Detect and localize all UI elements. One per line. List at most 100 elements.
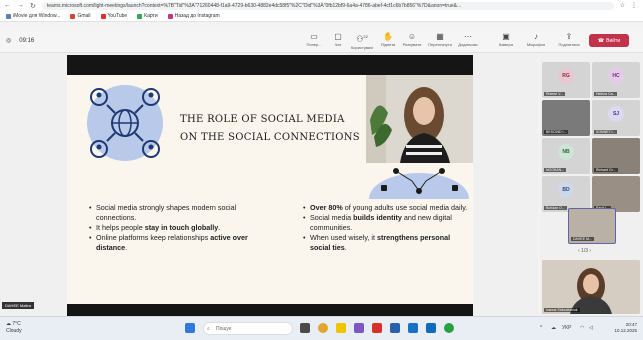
slide-title-line-1: THE ROLE OF SOCIAL MEDIA	[180, 114, 345, 125]
language-indicator[interactable]: УКР	[562, 325, 571, 331]
slide-top-bar	[67, 55, 473, 75]
bullet-item: Social media builds identity and new dig…	[303, 213, 471, 233]
star-icon[interactable]: ☆	[620, 2, 625, 9]
view-button[interactable]: ▦ Переглянути	[428, 32, 452, 47]
presenter-camera	[366, 75, 473, 163]
participant-name: SONNET I...	[594, 130, 618, 134]
back-icon: ▭	[310, 32, 318, 41]
reload-icon[interactable]: ↻	[30, 2, 36, 10]
wifi-icon[interactable]: ◠	[580, 325, 584, 331]
taskbar-search[interactable]: ⌕ Пошук	[203, 322, 293, 335]
bullet-item: It helps people stay in touch globally.	[89, 223, 269, 233]
presentation-slide: THE ROLE OF SOCIAL MEDIA ON THE SOCIAL C…	[67, 75, 473, 304]
participant-name: Richard Gr...	[594, 168, 618, 172]
bookmark-gmail[interactable]: Gmail	[70, 13, 91, 19]
chevron-right-icon[interactable]: ›	[588, 248, 591, 254]
slide-title-line-2: ON THE SOCIAL CONNECTIONS	[180, 132, 360, 143]
bookmark-maps[interactable]: Карти	[137, 13, 158, 19]
bookmark-youtube[interactable]: YouTube	[100, 13, 127, 19]
word-icon[interactable]	[390, 323, 400, 333]
phone-icon: ☎	[597, 37, 605, 44]
gallery-pager[interactable]: ‹ 1/3 ›	[578, 248, 591, 254]
more-icon: ⋯	[464, 32, 472, 41]
weather-widget[interactable]: ☁ 7°C Cloudy	[6, 321, 22, 335]
meeting-timer: 09:16	[19, 37, 35, 44]
camera-icon: ▣	[502, 32, 510, 41]
shield-icon: ◎	[6, 38, 12, 44]
smile-icon: ☺	[407, 32, 417, 41]
file-explorer-icon[interactable]	[336, 323, 346, 333]
browser-address-bar: ← → ↻ teams.microsoft.com/light-meetings…	[0, 0, 643, 11]
menu-dots-icon[interactable]: ⋮	[631, 2, 637, 9]
leave-button[interactable]: ☎ Вийти	[589, 34, 629, 47]
bullet-item: Online platforms keep relationships acti…	[89, 233, 269, 253]
hand-icon: ✋	[383, 32, 393, 41]
raise-hand-button[interactable]: ✋ Підняти	[376, 32, 400, 47]
participant-name: BESCIND I...	[544, 130, 569, 134]
participant-tile[interactable]: NB NGOKAN...	[542, 138, 590, 174]
participant-tile[interactable]: RG Rhieee V...	[542, 62, 590, 98]
bookmarks-bar: iMovie для Window... Gmail YouTube Карти…	[0, 11, 643, 22]
mic-icon: ♪	[534, 32, 538, 41]
participant-tile[interactable]: BD Bohdan O...	[542, 176, 590, 212]
mic-button[interactable]: ♪ Мікрофон	[524, 32, 548, 47]
share-button[interactable]: ⇪ Поділитися	[557, 32, 581, 47]
browser-nav: ← → ↻	[0, 2, 36, 10]
chat-button[interactable]: ▢ Чат	[326, 32, 350, 47]
people-icon: ⚇22	[356, 34, 368, 44]
participant-name: Helena Ca...	[594, 92, 618, 96]
back-button[interactable]: ▭ Попер...	[302, 32, 326, 47]
shared-content-stage: THE ROLE OF SOCIAL MEDIA ON THE SOCIAL C…	[0, 53, 538, 316]
featured-participant-tile[interactable]: Ivanna Slobodianiuk	[542, 260, 640, 314]
participant-tile[interactable]: HC Helena Ca...	[592, 62, 640, 98]
participant-tile[interactable]: Racit I...	[592, 176, 640, 212]
task-view-icon[interactable]	[300, 323, 310, 333]
url-field[interactable]: teams.microsoft.com/light-meetings/launc…	[41, 1, 614, 10]
participant-tile[interactable]: SJ SONNET I...	[592, 100, 640, 136]
avatar: BD	[558, 182, 574, 198]
avatar: HC	[608, 68, 624, 84]
windows-taskbar: ☁ 7°C Cloudy ⌕ Пошук ^ ☁ УКР ◠ ◁ 20:47 1…	[0, 316, 643, 340]
participant-name: NGOKAN...	[544, 168, 567, 172]
chrome-icon[interactable]	[318, 323, 328, 333]
teams-app-icon[interactable]	[354, 323, 364, 333]
avatar: SJ	[608, 106, 624, 122]
volume-icon[interactable]: ◁	[589, 325, 593, 331]
presenter-video	[366, 75, 473, 163]
start-icon[interactable]	[185, 323, 195, 333]
avatar: NB	[558, 144, 574, 160]
onedrive-icon[interactable]: ☁	[551, 325, 556, 331]
bookmark-imovie[interactable]: iMovie для Window...	[6, 13, 60, 19]
participant-name: Ivanna Slobodianiuk	[544, 308, 580, 312]
slide-right-bullets: Over 80% of young adults use social medi…	[303, 203, 471, 253]
back-arrow-icon[interactable]: ←	[4, 2, 11, 10]
connections-graphic	[369, 168, 469, 199]
pdf-reader-icon[interactable]	[372, 323, 382, 333]
more-button[interactable]: ⋯ Додатково	[456, 32, 480, 47]
view-icon: ▦	[436, 32, 444, 41]
people-button[interactable]: ⚇22 Користувачі	[350, 32, 374, 50]
camera-button[interactable]: ▣ Камера	[494, 32, 518, 47]
search-icon: ⌕	[207, 325, 210, 332]
participant-tile[interactable]: Richard Gr...	[592, 138, 640, 174]
slide-title: THE ROLE OF SOCIAL MEDIA ON THE SOCIAL C…	[180, 111, 370, 147]
participant-tile[interactable]: BESCIND I...	[542, 100, 590, 136]
mail-icon[interactable]	[426, 323, 436, 333]
bullet-item: Over 80% of young adults use social medi…	[303, 203, 471, 213]
slide-left-bullets: Social media strongly shapes modern soci…	[89, 203, 269, 253]
clock[interactable]: 20:47 10.12.2025	[614, 322, 637, 334]
chat-icon: ▢	[334, 32, 342, 41]
whatsapp-icon[interactable]	[444, 323, 454, 333]
share-icon: ⇪	[565, 32, 573, 41]
forward-arrow-icon[interactable]: →	[17, 2, 24, 10]
store-icon[interactable]	[408, 323, 418, 333]
bullet-item: When used wisely, it strengthens persona…	[303, 233, 471, 253]
react-button[interactable]: ☺ Реагувати	[400, 32, 424, 47]
bullet-item: Social media strongly shapes modern soci…	[89, 203, 269, 223]
chevron-up-icon[interactable]: ^	[540, 325, 542, 331]
slide-bottom-bar	[67, 304, 473, 316]
participant-tile[interactable]: DAHEE M...	[568, 208, 616, 244]
participant-name: Bohdan O...	[544, 206, 567, 210]
presenter-name-tag: DAHEE Matira	[2, 302, 35, 309]
bookmark-instagram[interactable]: Назад до Instagram	[167, 13, 220, 19]
